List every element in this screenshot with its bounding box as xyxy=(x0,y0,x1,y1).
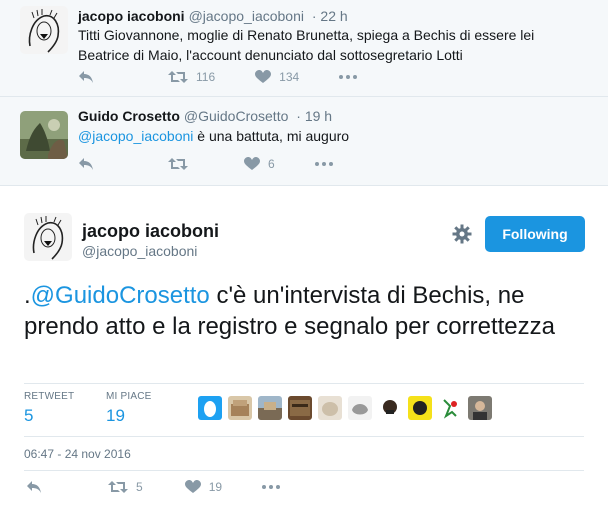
reply-icon xyxy=(79,71,93,83)
tweet-text: @jacopo_iacoboni è una battuta, mi augur… xyxy=(78,126,578,146)
liker-avatar[interactable] xyxy=(348,396,372,420)
reply-icon xyxy=(27,481,41,493)
divider xyxy=(24,470,584,471)
liker-avatar[interactable] xyxy=(378,396,402,420)
liker-avatar[interactable] xyxy=(198,396,222,420)
tweet-actions: 5 19 xyxy=(26,480,320,494)
tweet-text: Titti Giovannone, moglie di Renato Brune… xyxy=(78,27,535,63)
liker-avatar[interactable] xyxy=(258,396,282,420)
mention-link[interactable]: @jacopo_iacoboni xyxy=(78,128,193,144)
retweet-stat-label: RETWEET xyxy=(24,391,75,402)
avatar[interactable] xyxy=(24,213,72,261)
retweet-icon xyxy=(108,481,128,493)
likes-stat-count: 19 xyxy=(106,406,125,425)
more-button[interactable] xyxy=(314,162,333,166)
avatar[interactable] xyxy=(20,6,68,54)
reply-button[interactable] xyxy=(78,70,94,84)
author-handle[interactable]: @GuidoCrosetto xyxy=(184,108,288,124)
retweet-button[interactable]: 116 xyxy=(168,70,215,84)
author-name[interactable]: jacopo iacoboni xyxy=(78,8,185,24)
tweet-text: .@GuidoCrosetto c'è un'intervista di Bec… xyxy=(24,280,594,342)
more-button[interactable] xyxy=(262,485,281,489)
retweet-button[interactable]: 5 xyxy=(108,480,143,494)
retweet-stat[interactable]: RETWEET 5 xyxy=(24,391,74,426)
heart-icon xyxy=(244,157,260,170)
liker-avatar[interactable] xyxy=(468,396,492,420)
gear-icon[interactable] xyxy=(452,224,472,244)
author-handle[interactable]: @jacopo_iacoboni xyxy=(189,8,304,24)
liker-avatar[interactable] xyxy=(408,396,432,420)
like-button[interactable]: 6 xyxy=(244,157,275,171)
likes-stat[interactable]: MI PIACE 19 xyxy=(106,391,152,426)
retweet-count: 5 xyxy=(136,480,143,494)
reply-icon xyxy=(79,158,93,170)
tweet-time[interactable]: · 22 h xyxy=(312,8,348,24)
heart-icon xyxy=(255,70,272,83)
like-count: 19 xyxy=(208,480,223,494)
reply-button[interactable] xyxy=(78,157,94,171)
like-button[interactable]: 19 xyxy=(184,480,223,494)
retweet-count: 116 xyxy=(196,70,216,84)
retweet-icon xyxy=(168,71,188,83)
likes-stat-label: MI PIACE xyxy=(106,391,152,402)
avatar[interactable] xyxy=(20,111,68,159)
like-count: 6 xyxy=(268,157,275,171)
like-count: 134 xyxy=(279,70,300,84)
retweet-button[interactable] xyxy=(168,157,196,171)
retweet-stat-count: 5 xyxy=(24,406,34,425)
permalink-tweet: jacopo iacoboni @jacopo_iacoboni Followi… xyxy=(0,186,608,520)
liker-avatar[interactable] xyxy=(228,396,252,420)
liker-avatar[interactable] xyxy=(288,396,312,420)
author-name[interactable]: jacopo iacoboni xyxy=(82,221,219,242)
tweet-actions: 6 xyxy=(78,157,373,171)
author-handle[interactable]: @jacopo_iacoboni xyxy=(82,243,197,259)
conversation-context: jacopo iacoboni @jacopo_iacoboni · 22 h T… xyxy=(0,0,608,186)
like-button[interactable]: 134 xyxy=(255,70,299,84)
tweet-text-rest: è una battuta, mi auguro xyxy=(193,128,350,144)
context-tweet-1[interactable]: jacopo iacoboni @jacopo_iacoboni · 22 h T… xyxy=(0,0,608,97)
liker-avatars xyxy=(198,396,498,420)
tweet-timestamp[interactable]: 06:47 - 24 nov 2016 xyxy=(24,447,131,461)
tweet-time[interactable]: · 19 h xyxy=(296,108,332,124)
more-icon xyxy=(314,162,333,166)
tweet-stats: RETWEET 5 MI PIACE 19 xyxy=(24,383,584,437)
more-button[interactable] xyxy=(339,75,358,79)
context-tweet-2[interactable]: Guido Crosetto @GuidoCrosetto · 19 h @jac… xyxy=(0,97,608,185)
liker-avatar[interactable] xyxy=(438,396,462,420)
heart-icon xyxy=(184,480,201,493)
retweet-icon xyxy=(168,158,188,170)
author-name[interactable]: Guido Crosetto xyxy=(78,108,180,124)
following-button[interactable]: Following xyxy=(485,216,585,252)
more-icon xyxy=(262,485,281,489)
tweet-text-prefix: . xyxy=(24,282,31,309)
liker-avatar[interactable] xyxy=(318,396,342,420)
more-icon xyxy=(339,75,358,79)
mention-link[interactable]: @GuidoCrosetto xyxy=(31,282,210,309)
reply-button[interactable] xyxy=(26,480,42,494)
tweet-actions: 116 134 xyxy=(78,70,397,84)
